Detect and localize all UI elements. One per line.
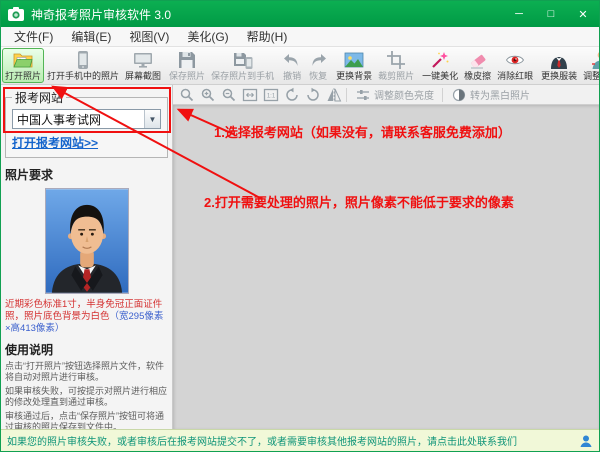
screenshot-button[interactable]: 屏幕截图 [122,48,164,83]
svg-text:1:1: 1:1 [267,93,276,99]
menu-help[interactable]: 帮助(H) [238,27,297,46]
adjust-shoulders-icon [591,50,599,70]
menu-edit[interactable]: 编辑(E) [62,27,120,46]
instructions-title: 使用说明 [5,341,168,358]
eraser-icon [468,50,488,70]
beautify-icon [430,50,450,70]
redo-icon [308,50,328,70]
sidebar: 报考网站 中国人事考试网 ▼ 打开报考网站>> 照片要求 [1,85,173,429]
change-clothes-icon [549,50,569,70]
save-to-phone-icon [233,50,253,70]
window-title: 神奇报考照片审核软件 3.0 [31,6,503,23]
instruction-paragraph: 点击“打开照片”按钮选择照片文件，软件将自动对照片进行审核。 [5,361,168,383]
crop-photo-button[interactable]: 裁剪照片 [375,48,417,83]
toolbar-separator [346,88,347,102]
menubar: 文件(F) 编辑(E) 视图(V) 美化(G) 帮助(H) [1,27,599,47]
zoom-button[interactable] [177,86,197,104]
menu-beautify[interactable]: 美化(G) [178,27,237,46]
open-photo-button[interactable]: 打开照片 [2,48,44,83]
sample-portrait-photo [45,188,129,294]
website-select[interactable]: 中国人事考试网 ▼ [12,109,161,129]
save-photo-button[interactable]: 保存照片 [166,48,208,83]
instruction-paragraph: 如果审核失败，可按提示对照片进行相应的修改处理直到通过审核。 [5,386,168,408]
maximize-button[interactable]: □ [535,1,567,27]
toolbar-separator [442,88,443,102]
change-background-icon [344,50,364,70]
open-photo-icon [13,50,33,70]
flip-horizontal-button[interactable] [324,86,344,104]
crop-photo-icon [386,50,406,70]
fit-window-button[interactable] [240,86,260,104]
undo-icon [282,50,302,70]
beautify-button[interactable]: 一键美化 [419,48,461,83]
rotate-left-button[interactable] [282,86,302,104]
customer-service-icon[interactable] [579,434,593,448]
open-phone-photo-button[interactable]: 打开手机中的照片 [44,48,122,83]
remove-red-eye-icon [505,50,525,70]
change-clothes-button[interactable]: 更换服装 [538,48,580,83]
undo-button[interactable]: 撤销 [279,48,305,83]
menu-view[interactable]: 视图(V) [120,27,178,46]
adjust-color-button[interactable]: 调整颜色亮度 [349,87,440,103]
photo-requirement-title: 照片要求 [5,166,168,183]
photo-requirement-text: 近期彩色标准1寸，半身免冠正面证件照，照片底色背景为白色（宽295像素×高413… [5,299,168,335]
rotate-right-button[interactable] [303,86,323,104]
redo-button[interactable]: 恢复 [305,48,331,83]
content-area: 报考网站 中国人事考试网 ▼ 打开报考网站>> 照片要求 [1,85,599,429]
minimize-button[interactable]: ─ [503,1,535,27]
to-grayscale-button[interactable]: 转为黑白照片 [445,87,536,103]
open-phone-photo-icon [73,50,93,70]
adjust-color-icon [355,87,371,103]
statusbar: 如果您的照片审核失败，或者审核后在报考网站提交不了，或者需要审核其他报考网站的照… [1,429,599,451]
remove-red-eye-button[interactable]: 消除红眼 [494,48,536,83]
main-toolbar: 打开照片 打开手机中的照片 屏幕截图 保存照片 保存照片到手机 [1,47,599,85]
actual-size-button[interactable]: 1:1 [261,86,281,104]
open-website-link[interactable]: 打开报考网站>> [12,134,98,151]
adjust-shoulders-button[interactable]: 调整两肩 [580,48,599,83]
view-toolbar: 1:1 调整颜色亮度 转为黑白照片 [173,85,599,105]
instructions: 点击“打开照片”按钮选择照片文件，软件将自动对照片进行审核。 如果审核失败，可按… [5,361,168,429]
change-background-button[interactable]: 更换背景 [333,48,375,83]
main-panel: 1:1 调整颜色亮度 转为黑白照片 [173,85,599,429]
save-photo-icon [177,50,197,70]
zoom-out-button[interactable] [219,86,239,104]
zoom-in-button[interactable] [198,86,218,104]
instruction-paragraph: 审核通过后，点击“保存照片”按钮可将通过审核的照片保存到文件中。 [5,411,168,429]
menu-file[interactable]: 文件(F) [5,27,62,46]
exam-website-group: 报考网站 中国人事考试网 ▼ 打开报考网站>> [5,89,168,158]
photo-canvas [173,105,599,429]
save-to-phone-button[interactable]: 保存照片到手机 [208,48,277,83]
exam-website-group-title: 报考网站 [12,89,66,106]
grayscale-icon [451,87,467,103]
app-window: 神奇报考照片审核软件 3.0 ─ □ ✕ 文件(F) 编辑(E) 视图(V) 美… [0,0,600,452]
app-icon [7,5,25,23]
chevron-down-icon[interactable]: ▼ [144,110,160,128]
eraser-button[interactable]: 橡皮擦 [461,48,494,83]
screenshot-icon [133,50,153,70]
status-message[interactable]: 如果您的照片审核失败，或者审核后在报考网站提交不了，或者需要审核其他报考网站的照… [7,433,573,448]
website-select-value: 中国人事考试网 [13,111,144,128]
titlebar: 神奇报考照片审核软件 3.0 ─ □ ✕ [1,1,599,27]
close-button[interactable]: ✕ [567,1,599,27]
